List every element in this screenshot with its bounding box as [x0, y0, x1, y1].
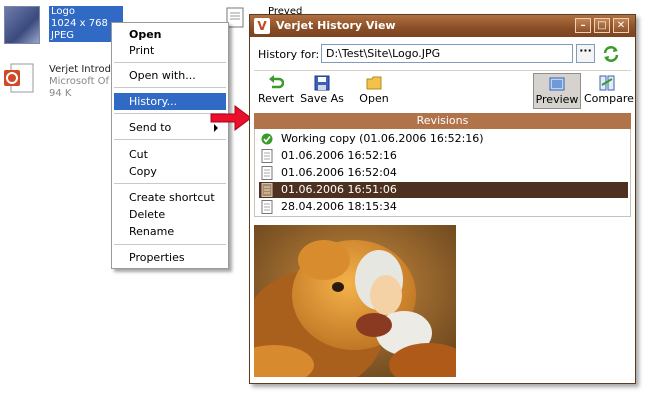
- menu-separator: [114, 183, 226, 184]
- menu-item-properties[interactable]: Properties: [114, 249, 226, 266]
- menu-separator: [114, 87, 226, 88]
- preview-label: Preview: [535, 93, 579, 106]
- compare-button[interactable]: Compare: [584, 75, 634, 109]
- browse-button[interactable]: ···: [576, 44, 595, 63]
- revisions-header: Revisions: [254, 113, 631, 129]
- document-icon: [261, 183, 273, 197]
- revision-row[interactable]: 01.06.2006 16:52:04: [259, 165, 628, 181]
- revision-row-selected[interactable]: 01.06.2006 16:51:06: [259, 182, 628, 198]
- window-titlebar[interactable]: V Verjet History View – □ ✕: [250, 15, 635, 37]
- check-icon: [261, 133, 273, 145]
- document-icon: [261, 166, 273, 180]
- menu-item-send-to-label: Send to: [129, 121, 172, 134]
- menu-item-cut[interactable]: Cut: [114, 146, 226, 163]
- save-as-button[interactable]: Save As: [299, 75, 345, 109]
- revert-button[interactable]: Revert: [256, 75, 296, 109]
- toolbar-divider: [254, 70, 631, 71]
- revision-row[interactable]: 01.06.2006 16:52:16: [259, 148, 628, 164]
- revert-label: Revert: [257, 92, 295, 105]
- revision-label: 01.06.2006 16:51:06: [281, 183, 397, 196]
- image-preview: [254, 225, 456, 377]
- open-button[interactable]: Open: [358, 75, 390, 109]
- revision-row[interactable]: 28.04.2006 18:15:34: [259, 199, 628, 215]
- revision-label: 01.06.2006 16:52:04: [281, 166, 397, 179]
- menu-item-create-shortcut[interactable]: Create shortcut: [114, 189, 226, 206]
- compare-icon: [599, 75, 615, 91]
- logo-thumbnail-icon[interactable]: [4, 6, 40, 44]
- path-field[interactable]: D:\Test\Site\Logo.JPG: [321, 44, 573, 63]
- red-arrow-icon: [210, 105, 252, 131]
- revision-row[interactable]: Working copy (01.06.2006 16:52:16): [259, 131, 628, 147]
- menu-item-copy[interactable]: Copy: [114, 163, 226, 180]
- minimize-button[interactable]: –: [575, 18, 591, 33]
- menu-separator: [114, 244, 226, 245]
- ppt-file-size: 94 K: [49, 88, 72, 99]
- preview-icon: [549, 77, 565, 91]
- menu-item-open[interactable]: Open: [114, 26, 226, 43]
- ppt-file-app: Microsoft Of: [49, 76, 110, 87]
- revert-icon: [269, 75, 284, 89]
- open-label: Open: [359, 92, 389, 105]
- document-icon: [261, 200, 273, 214]
- preview-button[interactable]: Preview: [533, 73, 581, 109]
- revision-label: 28.04.2006 18:15:34: [281, 200, 397, 213]
- revision-label: Working copy (01.06.2006 16:52:16): [281, 132, 484, 145]
- menu-item-open-with[interactable]: Open with...: [114, 67, 226, 84]
- save-icon: [314, 75, 330, 91]
- revisions-list: Working copy (01.06.2006 16:52:16) 01.06…: [254, 129, 631, 217]
- menu-item-print[interactable]: Print: [114, 42, 226, 59]
- ppt-file-name: Verjet Introd: [49, 64, 111, 75]
- refresh-icon[interactable]: [602, 45, 620, 63]
- logo-file-name: Logo: [51, 6, 75, 17]
- compare-label: Compare: [584, 92, 634, 105]
- folder-icon: [366, 76, 382, 90]
- menu-item-delete[interactable]: Delete: [114, 206, 226, 223]
- powerpoint-file-icon[interactable]: [2, 62, 36, 96]
- history-window: V Verjet History View – □ ✕ History for:…: [249, 14, 636, 384]
- verjet-app-icon: V: [254, 18, 270, 34]
- window-title: Verjet History View: [276, 19, 396, 32]
- menu-separator: [114, 139, 226, 140]
- context-menu: Open Print Open with... History... Send …: [111, 22, 229, 269]
- document-icon: [261, 149, 273, 163]
- save-as-label: Save As: [300, 92, 344, 105]
- menu-item-rename[interactable]: Rename: [114, 223, 226, 240]
- ppt-file-label[interactable]: Verjet Introd Microsoft Of 94 K: [49, 64, 111, 100]
- menu-separator: [114, 62, 226, 63]
- revision-label: 01.06.2006 16:52:16: [281, 149, 397, 162]
- maximize-button[interactable]: □: [594, 18, 610, 33]
- close-button[interactable]: ✕: [613, 18, 629, 33]
- history-for-label: History for:: [258, 48, 320, 61]
